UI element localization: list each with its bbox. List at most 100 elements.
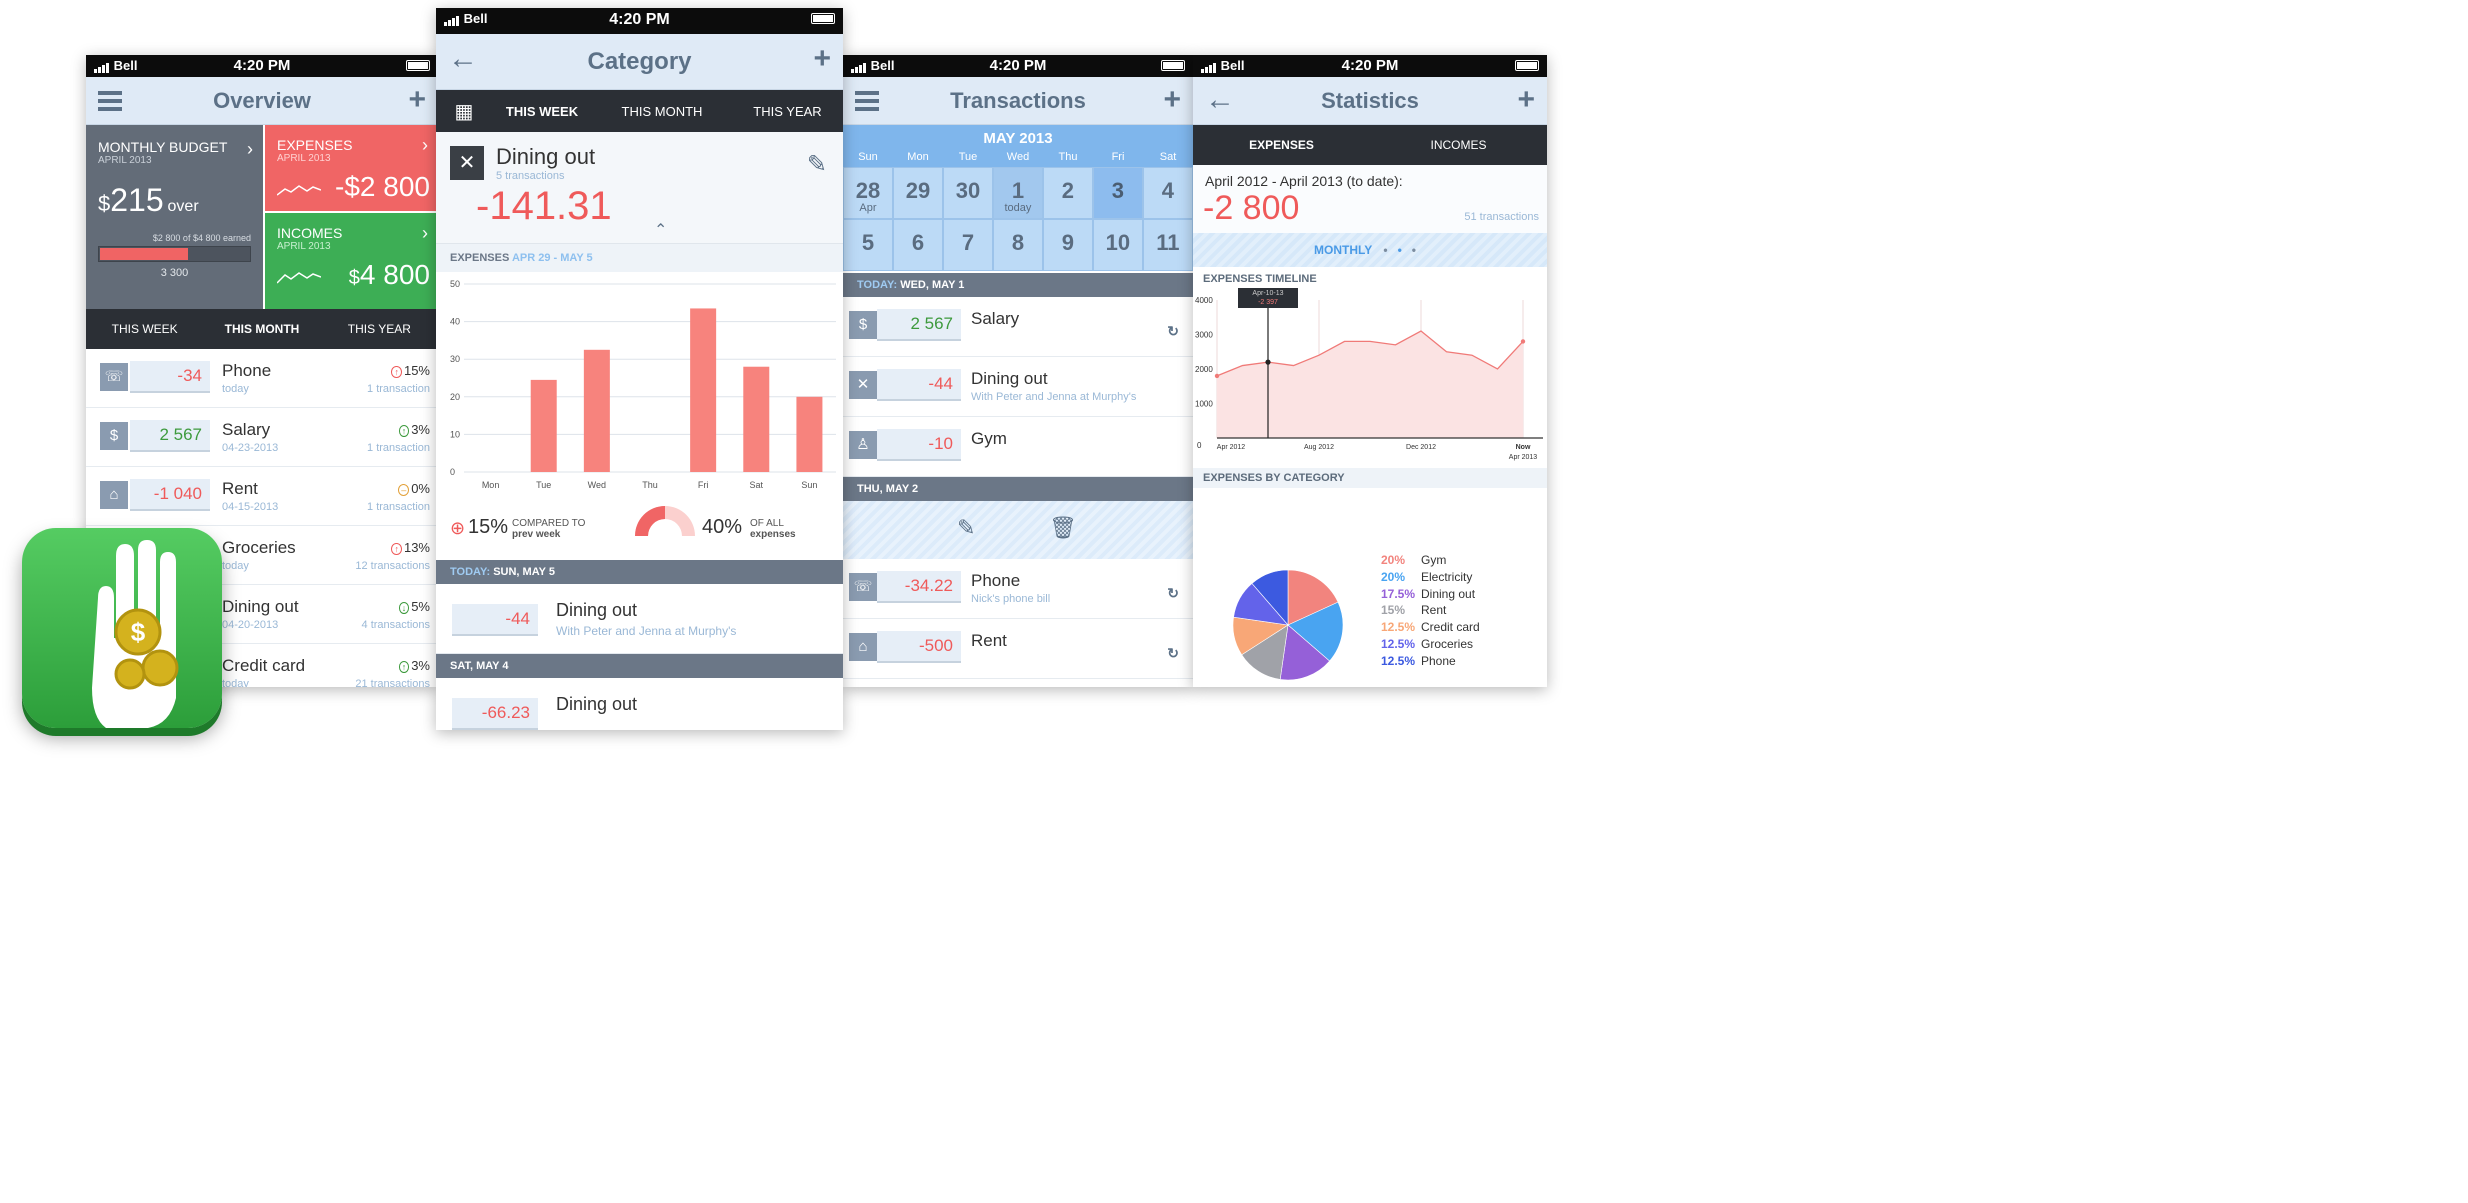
calendar-day[interactable]: 4 [1142,167,1193,219]
weekday-label: Fri [1111,151,1125,163]
page-dots: ••• [1383,243,1426,257]
tab-this-month[interactable]: THIS MONTH [592,104,732,119]
add-button[interactable]: + [1517,83,1535,117]
y-tick-label: 20 [450,392,460,402]
legend-pct: 20% [1381,553,1406,567]
tab-incomes[interactable]: INCOMES [1370,138,1547,152]
trend: –0% [398,481,430,496]
trash-icon[interactable]: 🗑 [1049,515,1077,541]
battery-icon [406,60,430,71]
trend-pct: 15% [403,363,430,378]
list-item[interactable]: ☏ -34 Phone today ↑ 15% 1 transaction [86,349,438,408]
incomes-tile[interactable]: INCOMES APRIL 2013 › $4 800 [263,213,438,309]
tab-expenses[interactable]: EXPENSES [1193,138,1370,152]
trend-arrow-icon: ↑ [398,425,410,437]
day-sub: today [1004,202,1032,214]
clock: 4:20 PM [233,57,291,74]
stat-range: April 2012 - April 2013 (to date): [1205,173,1403,189]
status-bar: Bell 4:20 PM [1193,55,1547,77]
overview-nav: Overview + [86,77,438,125]
tab-this-month[interactable]: THIS MONTH [203,322,320,336]
tab-this-week[interactable]: THIS WEEK [86,322,203,336]
legend-item: 12.5% Phone [1381,653,1480,670]
day-number: 28 [855,178,881,203]
transaction-row[interactable]: ♙ -10 Gym [843,417,1193,477]
category-amount: -141.31 [476,184,612,228]
edit-icon[interactable]: ✎ [957,515,975,541]
add-button[interactable]: + [408,83,426,117]
category-pie-chart [1232,569,1344,681]
budget-tile[interactable]: MONTHLY BUDGET APRIL 2013 › $215 over $2… [86,125,263,309]
battery-icon [811,13,835,24]
item-tx: 4 transactions [361,619,430,631]
trend-arrow-icon: – [398,484,410,496]
category-icon: ⌂ [100,481,128,509]
cutlery-icon: ✕ [450,146,484,180]
calendar-day[interactable]: 29 [892,167,943,219]
item-name: Dining out [971,369,1048,388]
amount: -1 040 [130,479,210,511]
amount: 2 567 [877,309,961,341]
calendar-day[interactable]: 3 [1092,167,1143,219]
category-icon: $ [849,311,877,339]
calendar-day[interactable]: 8 [992,219,1043,271]
tab-this-year[interactable]: THIS YEAR [732,104,843,119]
tab-this-week[interactable]: THIS WEEK [492,104,592,119]
line-point [1214,373,1220,379]
collapse-chevron-icon[interactable]: ⌃ [654,220,667,240]
transactions-nav: Transactions + [843,77,1193,125]
legend-name: Groceries [1421,636,1474,651]
item-tx: 1 transaction [367,383,430,395]
calendar-icon[interactable]: ▦ [436,99,492,124]
calendar-day[interactable]: 30 [942,167,993,219]
item-date: today [222,678,249,687]
expenses-tile[interactable]: EXPENSES APRIL 2013 › -$2 800 [263,125,438,213]
calendar-day[interactable]: 11 [1142,219,1193,271]
calendar-day[interactable]: 5 [843,219,893,271]
arrow-up-icon: ⊕ [450,518,466,538]
calendar-month: MAY 2013 [843,125,1193,149]
status-bar: Bell 4:20 PM [436,8,843,34]
legend-pct: 12.5% [1381,620,1416,635]
chevron-right-icon: › [247,139,253,159]
section-header-thu: THU, MAY 2 [843,477,1193,501]
y-tick-label: 40 [450,317,460,327]
calendar-day[interactable]: 10 [1092,219,1143,271]
list-item[interactable]: ⌂ -1 040 Rent 04-15-2013 –0% 1 transaction [86,467,438,526]
transaction-row[interactable]: ⌂ -500 Rent ↻ [843,619,1193,679]
transaction-row[interactable]: $2 567 Salary ↻ [843,297,1193,357]
period-tabs: ▦ THIS WEEK THIS MONTH THIS YEAR [436,90,843,132]
legend-pct: 12.5% [1381,636,1416,651]
share-pct: 40% [702,516,743,538]
tooltip-point [1265,359,1271,365]
transaction-row[interactable]: ✕ -44 Dining out With Peter and Jenna at Mu… [843,357,1193,417]
list-item[interactable]: $2 567 Salary 04-23-2013 ↑ 3% 1 transaction [86,408,438,467]
trend-pct: 3% [411,658,430,673]
legend-pct: 12.5% [1381,653,1416,668]
tab-this-year[interactable]: THIS YEAR [321,322,438,336]
legend-pct: 17.5% [1381,586,1416,601]
calendar: MAY 2013 Sun Mon Tue Wed Thu Fri Sat 28 Apr 29 30… [843,125,1193,271]
calendar-day[interactable]: 7 [942,219,993,271]
add-button[interactable]: + [1163,83,1181,117]
page-title: Transactions [950,88,1086,113]
bar [796,396,823,472]
list-item[interactable]: -66.23 Dining out [436,678,843,730]
period-selector[interactable]: MONTHLY ••• [1193,233,1547,267]
calendar-day[interactable]: 2 [1042,167,1093,219]
amount: -34.22 [877,571,961,603]
calendar-day[interactable]: 1 today [992,167,1043,219]
item-name: Salary [971,309,1020,328]
legend-item: 20% Electricity [1381,569,1480,586]
y-tick-label: 0 [450,467,455,477]
calendar-day[interactable]: 9 [1042,219,1093,271]
edit-icon[interactable]: ✎ [807,150,827,179]
weekday-label: Wed [1006,151,1030,163]
calendar-day[interactable]: 6 [892,219,943,271]
legend-name: Dining out [1421,586,1476,601]
list-item[interactable]: -44 Dining out With Peter and Jenna at M… [436,584,843,654]
transaction-row[interactable]: ☏ -34.22 Phone Nick's phone bill ↻ [843,559,1193,619]
amount: -66.23 [452,698,538,730]
calendar-day[interactable]: 28 Apr [843,167,893,219]
add-button[interactable]: + [813,42,831,76]
